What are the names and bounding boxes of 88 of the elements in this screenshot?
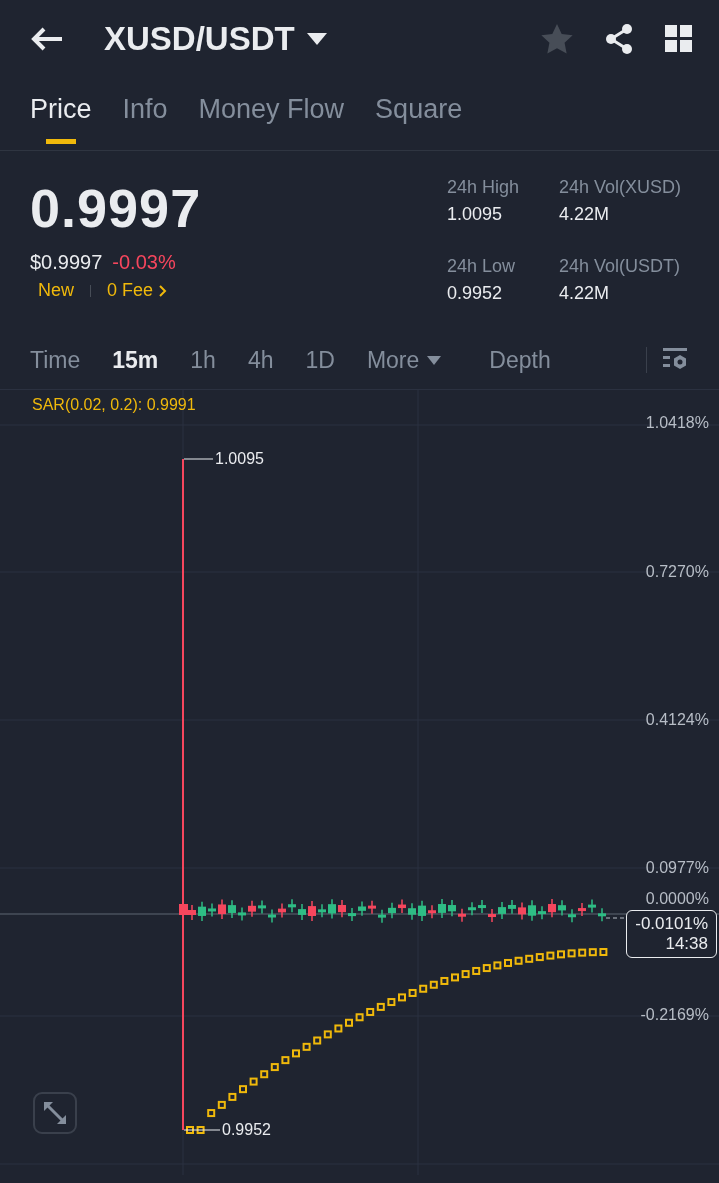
- fee-link[interactable]: 0 Fee: [107, 280, 168, 301]
- candlestick: [328, 898, 336, 920]
- last-price: 0.9997: [30, 177, 203, 239]
- stat-label: 24h Low: [447, 256, 517, 277]
- stat-value: 4.22M: [559, 283, 611, 304]
- back-icon[interactable]: [30, 26, 64, 52]
- candlestick: [498, 901, 506, 920]
- candlestick: [548, 898, 556, 918]
- candlestick: [418, 899, 426, 922]
- candlestick: [488, 908, 496, 923]
- candlestick: [338, 899, 346, 918]
- candlestick: [398, 898, 406, 914]
- stat-label: 24h Vol(USDT): [559, 256, 682, 277]
- chevron-icon: [159, 284, 168, 297]
- axis-label: 0.0000%: [645, 890, 709, 908]
- tab[interactable]: Square: [375, 78, 463, 150]
- leader-line: [183, 458, 214, 460]
- candlestick: [598, 907, 606, 923]
- interval-tab[interactable]: 4h: [247, 346, 274, 374]
- candlestick: [258, 899, 266, 915]
- axis-label: -0.2169%: [640, 1006, 709, 1024]
- candlestick: [428, 904, 436, 919]
- candlestick: [448, 899, 456, 918]
- indicator-label: SAR(0.02, 0.2): 0.9991: [32, 396, 196, 414]
- caret-icon: [427, 355, 442, 365]
- axis-label: 0.4124%: [645, 711, 709, 729]
- candlestick: [468, 901, 476, 916]
- stat-label: 24h Vol(XUSD): [559, 177, 683, 198]
- tab[interactable]: Price: [30, 78, 92, 150]
- new-tag: New: [38, 280, 74, 301]
- high-price-label: 1.0095: [215, 450, 264, 468]
- axis-label: 0.0977%: [645, 859, 709, 877]
- last-price-tag: -0.0101% 14:38: [626, 910, 717, 958]
- grid-icon[interactable]: [665, 25, 693, 53]
- candlestick: [348, 907, 356, 922]
- candlestick: [228, 899, 236, 919]
- price-change: -0.03%: [112, 251, 176, 274]
- candlestick: [558, 899, 566, 917]
- usd-price: $0.9997: [30, 251, 103, 274]
- candlestick: [248, 900, 256, 918]
- candlestick: [458, 907, 466, 923]
- candlestick: [508, 899, 516, 915]
- candlestick: [268, 908, 276, 924]
- fullscreen-button[interactable]: [33, 1092, 77, 1134]
- low-price-label: 0.9952: [222, 1121, 271, 1139]
- candlestick: [208, 902, 216, 918]
- candlestick: [318, 903, 326, 919]
- stat-value: 1.0095: [447, 204, 504, 225]
- stat-label: 24h High: [447, 177, 521, 198]
- candlestick: [518, 901, 526, 921]
- candlestick: [358, 900, 366, 917]
- tab[interactable]: Money Flow: [198, 78, 345, 150]
- candlestick: [388, 902, 396, 919]
- candlestick: [588, 898, 596, 914]
- expand-icon: [42, 1100, 68, 1126]
- caret-icon: [306, 33, 327, 45]
- interval-tab[interactable]: 15m: [112, 346, 159, 374]
- pair-selector[interactable]: XUSD/USDT: [104, 20, 327, 58]
- stat-value: 0.9952: [447, 283, 504, 304]
- interval-tab[interactable]: 1h: [190, 346, 216, 374]
- candlestick: [278, 902, 286, 919]
- star-icon[interactable]: [541, 24, 573, 54]
- stat-value: 4.22M: [559, 204, 611, 225]
- candlestick: [438, 898, 446, 919]
- candlestick: [528, 899, 536, 922]
- leader-line: [605, 917, 627, 919]
- interval-tab[interactable]: Time: [30, 346, 81, 374]
- candlestick: [478, 899, 486, 914]
- candlestick: [578, 902, 586, 917]
- axis-label: 0.7270%: [645, 563, 709, 581]
- candlestick: [408, 902, 416, 921]
- share-icon[interactable]: [603, 23, 635, 55]
- interval-tab[interactable]: More: [366, 346, 442, 374]
- candlestick: [288, 898, 296, 914]
- candlestick: [308, 900, 316, 922]
- candlestick: [298, 903, 306, 921]
- interval-tab[interactable]: 1D: [305, 346, 335, 374]
- candlestick: [238, 906, 246, 922]
- leader-line: [183, 1129, 221, 1131]
- candlestick: [368, 899, 376, 915]
- tab[interactable]: Info: [122, 78, 168, 150]
- candlestick: [568, 908, 576, 923]
- candlestick: [538, 905, 546, 920]
- candlestick: [378, 908, 386, 924]
- candlestick: [218, 898, 226, 920]
- interval-tab[interactable]: Depth: [489, 346, 551, 374]
- candlestick: [198, 900, 206, 922]
- axis-label: 1.0418%: [645, 414, 709, 432]
